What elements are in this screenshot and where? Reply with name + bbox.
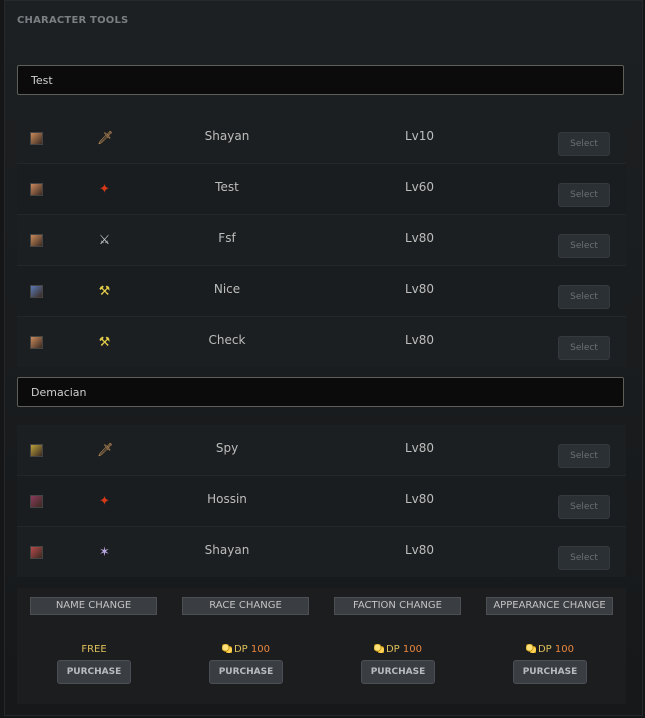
name-change-title: NAME CHANGE [30, 597, 157, 615]
character-row: ⚒ Check Lv80 Select [17, 317, 626, 367]
section-title: CHARACTER TOOLS [17, 15, 129, 26]
price-free-label: FREE [81, 644, 107, 655]
name-change-price: FREE [57, 644, 131, 658]
gold-coins-icon [221, 644, 232, 653]
gold-coins-icon [373, 644, 384, 653]
name-change-purchase-button[interactable]: PURCHASE [57, 660, 131, 684]
character-name: Check [208, 333, 246, 347]
character-name: Shayan [204, 543, 250, 557]
select-character-button[interactable]: Select [558, 444, 610, 468]
select-character-button[interactable]: Select [558, 495, 610, 519]
character-row: 🗡 Spy Lv80 Select [17, 425, 626, 476]
human-face-icon [30, 234, 43, 247]
faction-change-title: FACTION CHANGE [334, 597, 461, 615]
human-face-icon [30, 336, 43, 349]
troll-face-icon [30, 444, 43, 457]
orc-face-icon [30, 546, 43, 559]
character-level: Lv80 [404, 231, 435, 245]
character-list-demacian: 🗡 Spy Lv80 Select ✦ Hossin Lv80 Select ✶ Shayan Lv… [17, 425, 626, 577]
character-name: Shayan [204, 129, 250, 143]
mage-class-icon: ✦ [99, 494, 110, 509]
currency-label: DP [537, 644, 552, 655]
human-face-icon [30, 183, 43, 196]
character-row: ✦ Test Lv60 Select [17, 164, 626, 215]
draenei-face-icon [30, 285, 43, 298]
character-level: Lv10 [404, 129, 435, 143]
currency-label: DP [385, 644, 400, 655]
character-row: 🗡 Shayan Lv10 Select [17, 113, 626, 164]
realm-header-demacian: Demacian [17, 377, 624, 407]
human-face-icon [30, 132, 43, 145]
faction-change-price: DP 100 [361, 644, 435, 658]
character-name: Test [215, 180, 239, 194]
undead-face-icon [30, 495, 43, 508]
character-level: Lv80 [404, 543, 435, 557]
price-amount: 100 [554, 644, 574, 655]
select-character-button[interactable]: Select [558, 132, 610, 156]
character-level: Lv80 [404, 441, 435, 455]
price-amount: 100 [250, 644, 270, 655]
rogue-class-icon: 🗡 [97, 131, 114, 146]
race-change-title: RACE CHANGE [182, 597, 309, 615]
price-amount: 100 [402, 644, 422, 655]
select-character-button[interactable]: Select [558, 183, 610, 207]
character-name: Nice [213, 282, 241, 296]
character-row: ✶ Shayan Lv80 Select [17, 527, 626, 577]
appearance-change-price: DP 100 [513, 644, 587, 658]
character-level: Lv80 [404, 492, 435, 506]
faction-change-purchase-button[interactable]: PURCHASE [361, 660, 435, 684]
paladin-class-icon: ⚒ [98, 335, 111, 350]
services-panel: NAME CHANGE RACE CHANGE FACTION CHANGE A… [17, 588, 626, 704]
character-level: Lv80 [404, 333, 435, 347]
mage-class-icon: ✦ [99, 182, 110, 197]
select-character-button[interactable]: Select [558, 546, 610, 570]
select-character-button[interactable]: Select [558, 285, 610, 309]
appearance-change-purchase-button[interactable]: PURCHASE [513, 660, 587, 684]
realm-header-test: Test [17, 65, 624, 95]
select-character-button[interactable]: Select [558, 234, 610, 258]
character-row: ✦ Hossin Lv80 Select [17, 476, 626, 527]
character-row: ⚔ Fsf Lv80 Select [17, 215, 626, 266]
priest-class-icon: ✶ [99, 545, 110, 560]
character-name: Spy [215, 441, 239, 455]
currency-label: DP [233, 644, 248, 655]
gold-coins-icon [525, 644, 536, 653]
race-change-price: DP 100 [209, 644, 283, 658]
character-list-test: 🗡 Shayan Lv10 Select ✦ Test Lv60 Select ⚔ Fsf Lv80… [17, 113, 626, 367]
paladin-class-icon: ⚒ [98, 284, 111, 299]
character-name: Hossin [207, 492, 247, 506]
appearance-change-title: APPEARANCE CHANGE [486, 597, 613, 615]
race-change-purchase-button[interactable]: PURCHASE [209, 660, 283, 684]
select-character-button[interactable]: Select [558, 336, 610, 360]
character-row: ⚒ Nice Lv80 Select [17, 266, 626, 317]
rogue-class-icon: 🗡 [97, 443, 114, 458]
character-name: Fsf [218, 231, 236, 245]
character-level: Lv80 [404, 282, 435, 296]
warrior-class-icon: ⚔ [98, 233, 111, 248]
character-level: Lv60 [404, 180, 435, 194]
